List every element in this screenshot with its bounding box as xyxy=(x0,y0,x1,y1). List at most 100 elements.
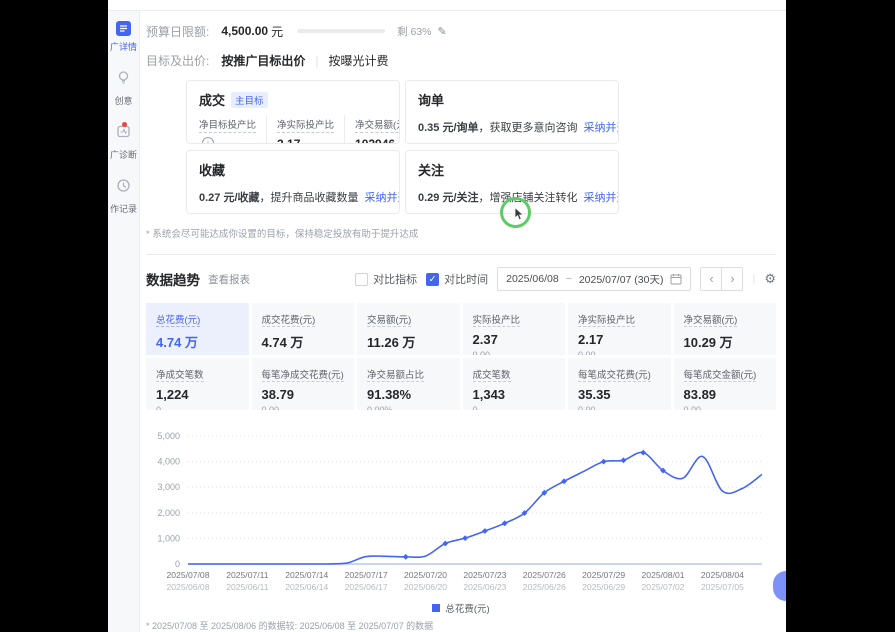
svg-text:2025/06/14: 2025/06/14 xyxy=(285,582,328,592)
svg-text:2025/07/11: 2025/07/11 xyxy=(226,570,269,580)
budget-unit: 元 xyxy=(271,23,283,40)
diagnosis-icon xyxy=(116,124,131,144)
trends-title: 数据趋势 xyxy=(146,269,200,289)
budget-remaining: 剩 63% xyxy=(397,24,431,39)
sidebar-item-history[interactable]: 作记录 xyxy=(108,178,140,215)
svg-text:1,000: 1,000 xyxy=(157,533,180,543)
metric-tile[interactable]: 成交笔数 1,343 0 xyxy=(463,358,566,410)
card-favorite-title: 收藏 xyxy=(199,160,225,179)
metric-tiles: 总花费(元) 4.74 万 0.00 成交花费(元) 4.74 万 0.00 交… xyxy=(146,303,776,410)
bid-option-goal[interactable]: 按推广目标出价 xyxy=(221,52,305,69)
budget-amount: 4,500.00 xyxy=(221,24,268,38)
metric-tile[interactable]: 成交花费(元) 4.74 万 0.00 xyxy=(252,303,355,355)
card-inquiry: 询单 0.35 元/询单，获取更多意向咨询采纳并开启 xyxy=(405,80,619,144)
top-border xyxy=(108,0,786,11)
adopt-enable-link[interactable]: 采纳并开启 xyxy=(365,192,400,204)
checkbox-checked-icon xyxy=(426,273,439,286)
budget-progress-bar[interactable] xyxy=(297,29,385,33)
creative-icon xyxy=(116,70,131,90)
footnote-compare-range: * 2025/07/08 至 2025/08/06 的数据较: 2025/06/… xyxy=(146,618,776,632)
sidebar-item-label: 广诊断 xyxy=(110,148,137,161)
budget-label: 预算日限额: xyxy=(146,23,209,40)
metric-tile[interactable]: 净交易额占比 91.38% 0.00% xyxy=(357,358,460,410)
view-report-link[interactable]: 查看报表 xyxy=(208,272,250,287)
sidebar-item-label: 创意 xyxy=(114,94,132,107)
chart-legend: 总花费(元) xyxy=(146,601,776,615)
mouse-cursor-icon xyxy=(514,207,526,221)
info-icon[interactable]: i xyxy=(202,137,214,144)
primary-goal-badge: 主目标 xyxy=(231,92,268,108)
main-panel: 预算日限额: 4,500.00 元 剩 63% ✎ 目标及出价: 按推广目标出价… xyxy=(140,11,786,632)
sidebar: 广详情 创意 广诊断 作记录 xyxy=(108,11,140,632)
svg-text:5,000: 5,000 xyxy=(157,431,180,441)
metric-net-gmv: 净交易额(元) 102946.60 xyxy=(344,115,400,144)
cards-footnote: * 系统会尽可能达成你设置的目标，保持稳定投放有助于提升达成 xyxy=(146,226,776,240)
card-deal: 成交 主目标 净目标投产比i 2.45✎ 净实际投产比 2.17 xyxy=(186,80,400,144)
compare-time-checkbox[interactable]: 对比时间 xyxy=(426,271,488,287)
settings-gear-icon[interactable]: ⚙ xyxy=(764,271,776,287)
svg-text:2025/06/11: 2025/06/11 xyxy=(226,582,269,592)
data-trends-section: 数据趋势 查看报表 对比指标 对比时间 2025/06/08 xyxy=(146,254,776,632)
next-period-button[interactable]: › xyxy=(721,268,742,290)
calendar-icon xyxy=(670,273,682,285)
bidding-row: 目标及出价: 按推广目标出价 | 按曝光计费 xyxy=(146,52,776,69)
compare-metric-checkbox[interactable]: 对比指标 xyxy=(355,271,417,287)
notification-dot xyxy=(122,122,127,127)
history-icon xyxy=(116,178,131,198)
sidebar-item-campaign-detail[interactable]: 广详情 xyxy=(108,21,140,53)
checkbox-unchecked-icon xyxy=(355,273,368,286)
svg-text:2025/06/23: 2025/06/23 xyxy=(463,582,506,592)
trend-chart-container: 01,0002,0003,0004,0005,0002025/07/082025… xyxy=(146,424,776,601)
compare-date-range-input[interactable]: 2025/06/08 ~ 2025/07/07 (30天) xyxy=(497,267,691,291)
prev-period-button[interactable]: ‹ xyxy=(701,268,721,290)
card-inquiry-title: 询单 xyxy=(418,90,444,109)
card-favorite: 收藏 0.27 元/收藏，提升商品收藏数量采纳并开启 xyxy=(186,150,400,214)
option-divider: | xyxy=(315,54,318,68)
svg-text:2,000: 2,000 xyxy=(157,508,180,518)
metric-tile[interactable]: 交易额(元) 11.26 万 0.00 xyxy=(357,303,460,355)
trend-line-chart: 01,0002,0003,0004,0005,0002025/07/082025… xyxy=(146,424,774,596)
click-highlight-ring xyxy=(500,197,531,228)
adopt-enable-link[interactable]: 采纳并开启 xyxy=(584,122,619,134)
campaign-detail-icon xyxy=(116,21,131,36)
svg-text:2025/08/01: 2025/08/01 xyxy=(642,570,685,580)
svg-text:2025/07/02: 2025/07/02 xyxy=(642,582,685,592)
svg-text:2025/07/14: 2025/07/14 xyxy=(285,570,328,580)
svg-text:2025/08/04: 2025/08/04 xyxy=(701,570,744,580)
sidebar-item-label: 作记录 xyxy=(110,202,137,215)
svg-text:2025/07/05: 2025/07/05 xyxy=(701,582,744,592)
legend-label: 总花费(元) xyxy=(445,601,489,615)
daily-budget-row: 预算日限额: 4,500.00 元 剩 63% ✎ xyxy=(146,21,776,41)
date-nav: ‹ › xyxy=(700,267,743,291)
card-deal-title: 成交 xyxy=(199,90,225,109)
metric-tile[interactable]: 每笔成交花费(元) 35.35 0.00 xyxy=(568,358,671,410)
sidebar-item-diagnosis[interactable]: 广诊断 xyxy=(108,124,140,161)
sidebar-item-creative[interactable]: 创意 xyxy=(108,70,140,107)
metric-tile[interactable]: 净交易额(元) 10.29 万 0.00 xyxy=(674,303,777,355)
metric-tile[interactable]: 总花费(元) 4.74 万 0.00 xyxy=(146,303,249,355)
metric-tile[interactable]: 每笔净成交花费(元) 38.79 0.00 xyxy=(252,358,355,410)
svg-text:2025/07/20: 2025/07/20 xyxy=(404,570,447,580)
metric-tile[interactable]: 净成交笔数 1,224 0 xyxy=(146,358,249,410)
metric-tile[interactable]: 每笔成交金额(元) 83.89 0.00 xyxy=(674,358,777,410)
svg-text:2025/06/17: 2025/06/17 xyxy=(345,582,388,592)
metric-tile[interactable]: 净实际投产比 2.17 0.00 xyxy=(568,303,671,355)
svg-text:2025/07/23: 2025/07/23 xyxy=(463,570,506,580)
metric-actual-roi: 净实际投产比 2.17 xyxy=(266,115,344,144)
sidebar-item-label: 广详情 xyxy=(110,40,137,53)
legend-swatch xyxy=(432,604,440,612)
bid-option-impression[interactable]: 按曝光计费 xyxy=(328,52,388,69)
metric-target-roi: 净目标投产比i 2.45✎ xyxy=(199,115,266,144)
adopt-enable-link[interactable]: 采纳并开启 xyxy=(584,192,619,204)
svg-text:2025/07/08: 2025/07/08 xyxy=(166,570,209,580)
svg-text:2025/06/26: 2025/06/26 xyxy=(523,582,566,592)
bidding-label: 目标及出价: xyxy=(146,52,209,69)
svg-text:2025/06/29: 2025/06/29 xyxy=(582,582,625,592)
svg-text:2025/06/20: 2025/06/20 xyxy=(404,582,447,592)
metric-tile[interactable]: 实际投产比 2.37 0.00 xyxy=(463,303,566,355)
chart-footnotes: * 2025/07/08 至 2025/08/06 的数据较: 2025/06/… xyxy=(146,618,776,632)
app-window: 广详情 创意 广诊断 作记录 xyxy=(108,0,786,632)
svg-text:2025/07/17: 2025/07/17 xyxy=(345,570,388,580)
edit-budget-icon[interactable]: ✎ xyxy=(438,25,447,38)
svg-text:2025/07/29: 2025/07/29 xyxy=(582,570,625,580)
